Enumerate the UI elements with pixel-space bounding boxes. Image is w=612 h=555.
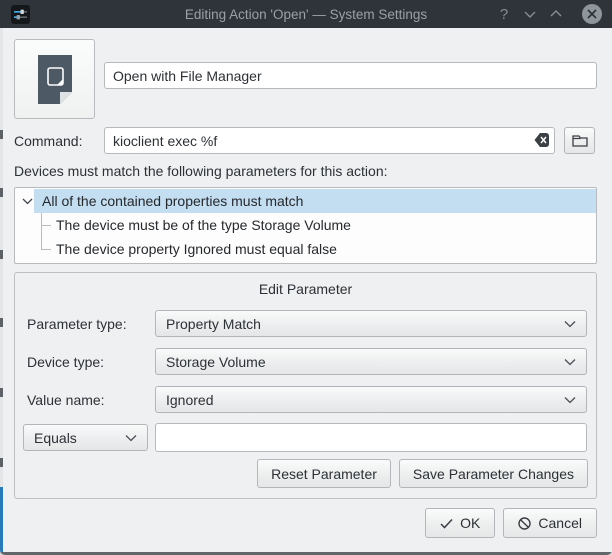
chevron-down-icon [125, 434, 137, 442]
ok-label: OK [460, 515, 480, 531]
browse-file-button[interactable] [564, 127, 595, 154]
parameter-value-input[interactable] [155, 423, 587, 452]
command-label: Command: [14, 133, 82, 149]
parameter-type-row: Parameter type: Property Match [27, 310, 587, 337]
device-type-row: Device type: Storage Volume [27, 348, 587, 375]
device-type-value: Storage Volume [166, 354, 266, 370]
chevron-down-icon [564, 396, 576, 404]
titlebar[interactable]: Editing Action 'Open' — System Settings … [0, 0, 612, 28]
action-name-field[interactable]: Open with File Manager [104, 62, 597, 89]
groupbox-title: Edit Parameter [15, 281, 596, 297]
file-document-icon [35, 53, 75, 105]
cancel-button[interactable]: Cancel [503, 508, 597, 538]
tree-branch-line [41, 225, 51, 226]
parameter-type-select[interactable]: Property Match [155, 310, 587, 337]
window-edge-artifact [0, 250, 3, 259]
chevron-down-icon [564, 320, 576, 328]
command-field[interactable]: kioclient exec %f [104, 127, 555, 154]
maximize-button[interactable] [544, 0, 568, 28]
save-parameter-changes-button[interactable]: Save Parameter Changes [399, 459, 588, 488]
value-name-value: Ignored [166, 392, 213, 408]
cancel-slash-circle-icon [518, 517, 531, 530]
parameters-tree[interactable]: All of the contained properties must mat… [14, 187, 597, 264]
value-name-label: Value name: [27, 392, 155, 408]
folder-icon [572, 134, 588, 147]
tree-item-root[interactable]: All of the contained properties must mat… [42, 189, 303, 213]
clear-text-icon[interactable] [528, 131, 550, 149]
minimize-button[interactable] [518, 0, 542, 28]
window-edge-artifact [0, 188, 3, 197]
tree-item-device-type[interactable]: The device must be of the type Storage V… [56, 213, 351, 237]
tree-item-property[interactable]: The device property Ignored must equal f… [56, 237, 337, 261]
devices-hint: Devices must match the following paramet… [14, 163, 388, 179]
window-edge-artifact [0, 388, 3, 397]
device-type-label: Device type: [27, 354, 155, 370]
ok-button[interactable]: OK [425, 508, 495, 538]
window-edge-artifact [0, 318, 3, 327]
operator-select[interactable]: Equals [23, 424, 148, 451]
device-type-select[interactable]: Storage Volume [155, 348, 587, 375]
command-value: kioclient exec %f [113, 133, 217, 149]
tree-branch-line [41, 213, 42, 249]
window-edge-artifact [0, 458, 3, 467]
tree-branch-line [41, 249, 51, 250]
value-name-select[interactable]: Ignored [155, 386, 587, 413]
window-edge-artifact [0, 28, 3, 552]
value-name-row: Value name: Ignored [27, 386, 587, 413]
operator-row: Equals [23, 423, 587, 452]
operator-value: Equals [34, 430, 77, 446]
check-icon [440, 518, 453, 529]
help-button[interactable]: ? [492, 0, 516, 28]
system-settings-icon [11, 5, 30, 24]
window-edge-artifact [0, 130, 3, 139]
parameter-type-label: Parameter type: [27, 316, 155, 332]
expander-chevron-down-icon[interactable] [22, 198, 33, 205]
close-button[interactable] [582, 4, 602, 24]
parameter-type-value: Property Match [166, 316, 261, 332]
action-name-value: Open with File Manager [113, 68, 262, 84]
window-edge-artifact [0, 487, 3, 555]
chevron-down-icon [564, 358, 576, 366]
edit-action-dialog: Editing Action 'Open' — System Settings … [0, 0, 612, 555]
reset-parameter-button[interactable]: Reset Parameter [257, 459, 391, 488]
action-icon-button[interactable] [14, 39, 95, 119]
cancel-label: Cancel [538, 515, 582, 531]
edit-parameter-groupbox: Edit Parameter Parameter type: Property … [14, 272, 597, 499]
